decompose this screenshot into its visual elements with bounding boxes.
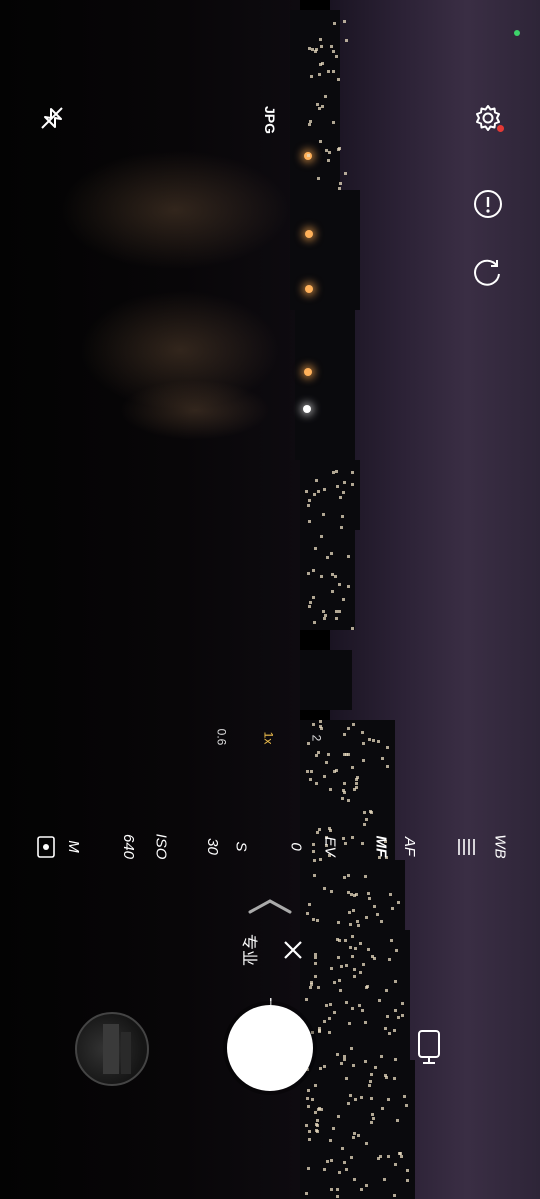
rotate-icon[interactable]	[470, 254, 506, 290]
ev-value[interactable]: 0	[288, 838, 305, 855]
format-label: JPG	[262, 105, 279, 135]
format-toggle[interactable]: JPG	[256, 105, 284, 135]
zoom-option-2[interactable]: 2	[309, 731, 323, 745]
ev-label: EV	[321, 836, 339, 857]
shutter-speed-value[interactable]: 30	[204, 838, 221, 855]
shutter-button[interactable]	[227, 1005, 313, 1091]
mode-label: 专业	[240, 933, 258, 967]
chevron-icon[interactable]	[248, 897, 292, 920]
gallery-thumbnail[interactable]	[75, 1012, 149, 1086]
wb-label[interactable]: WB	[488, 834, 512, 858]
gear-icon[interactable]	[470, 100, 506, 136]
settings-badge	[497, 125, 504, 132]
status-indicator	[514, 30, 520, 36]
metering-icon[interactable]	[35, 834, 57, 860]
close-icon[interactable]	[280, 937, 306, 963]
af-toggle[interactable]: AF	[400, 837, 419, 856]
zoom-option-0-6[interactable]: 0.6	[213, 729, 230, 746]
metering-mode-value[interactable]: M	[65, 838, 82, 855]
iso-label: ISO	[152, 833, 170, 860]
flash-off-icon[interactable]	[34, 100, 70, 136]
shutter-speed-label: S	[232, 841, 250, 852]
zoom-option-1x[interactable]: 1x	[261, 731, 275, 745]
white-balance-icon[interactable]	[454, 836, 480, 858]
iso-value[interactable]: 640	[116, 834, 141, 859]
mf-toggle[interactable]: MF	[370, 836, 392, 858]
camera-switch-icon[interactable]	[412, 1026, 446, 1068]
info-icon[interactable]	[470, 186, 506, 222]
